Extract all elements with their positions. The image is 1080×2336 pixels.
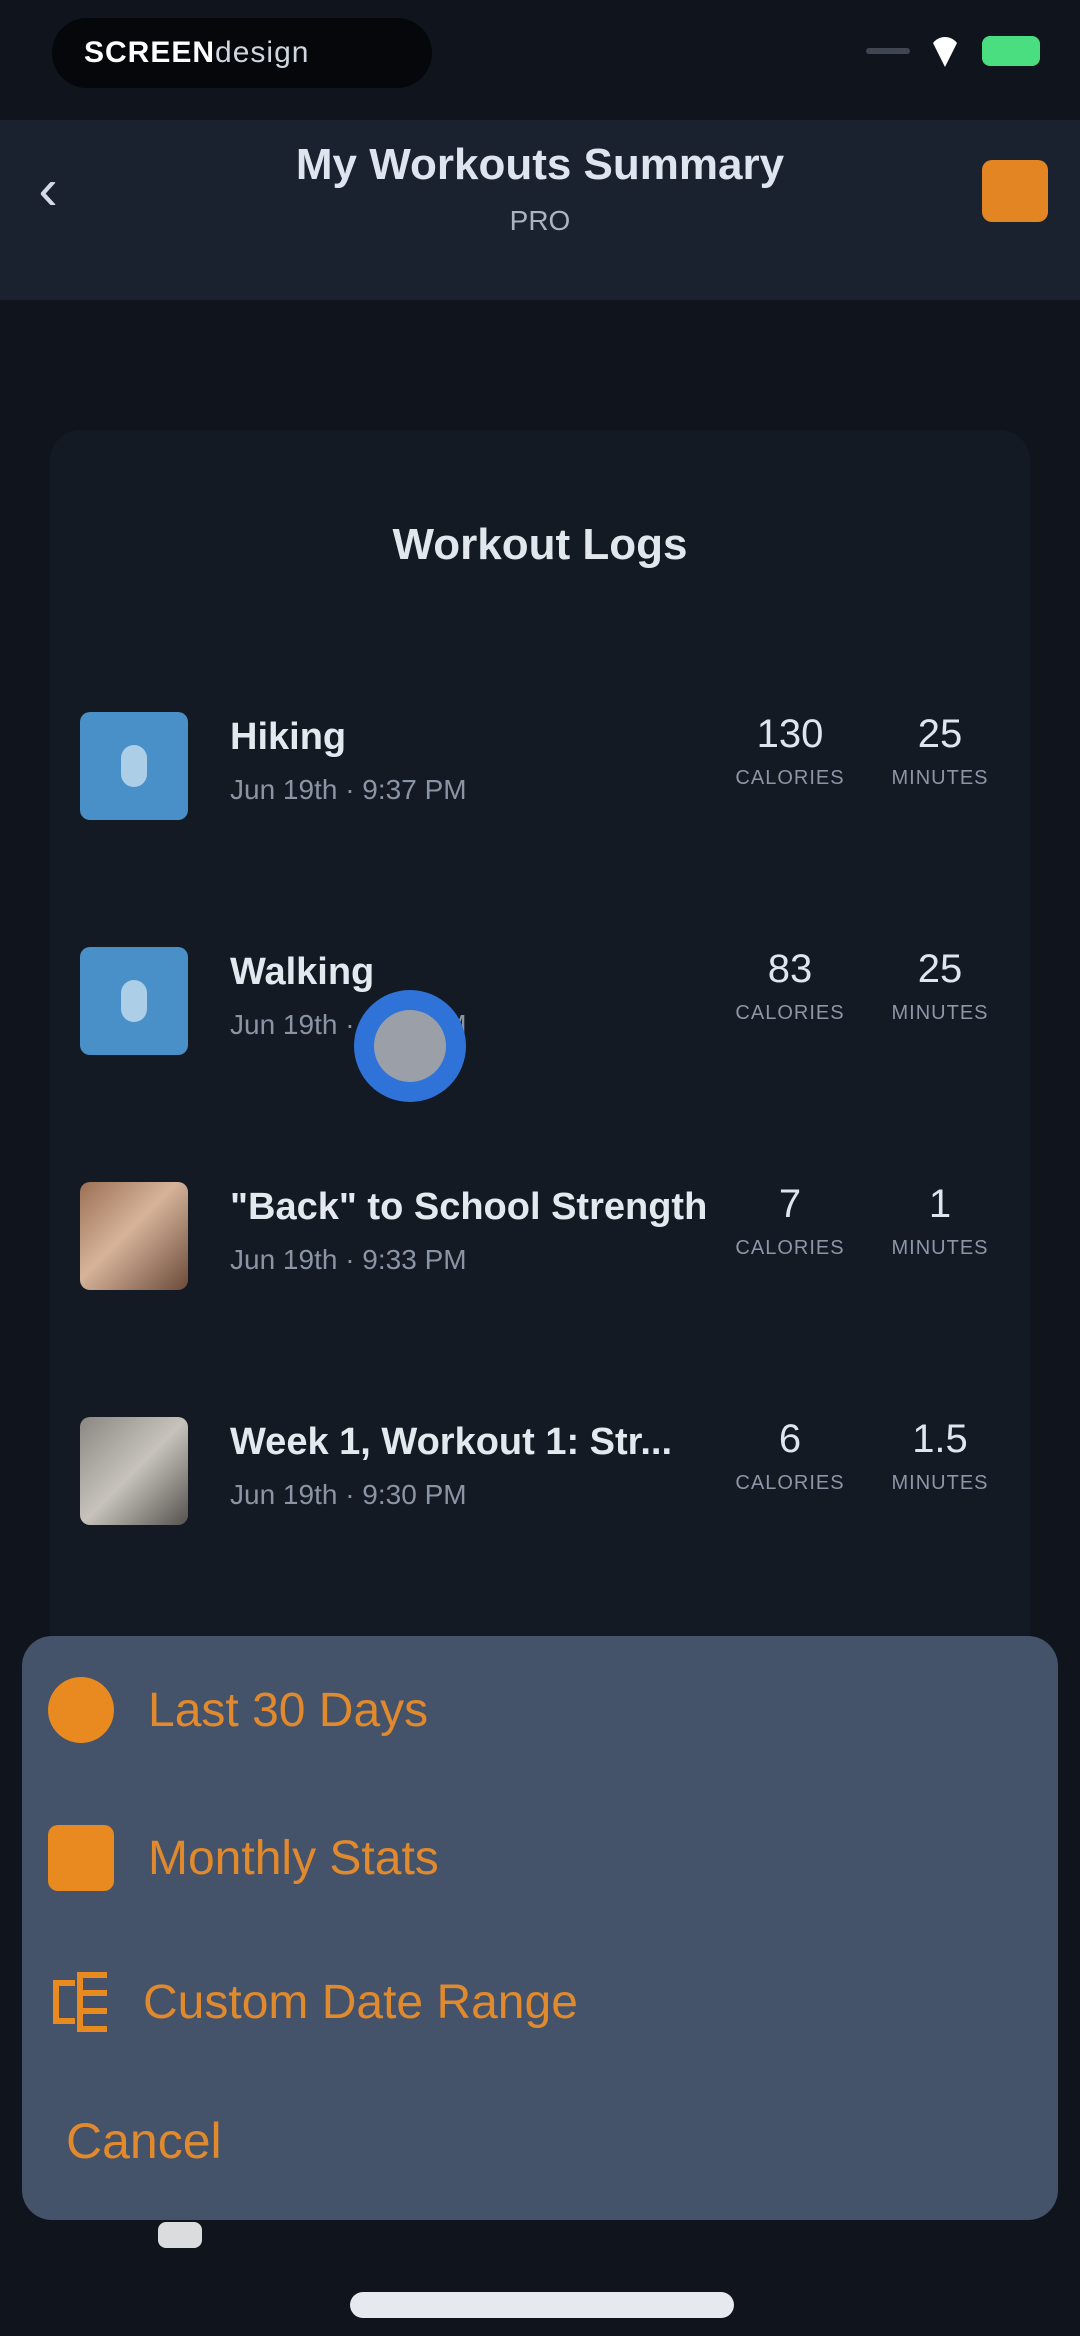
calories-label: CALORIES <box>735 1472 845 1494</box>
date-range-icon <box>53 1972 109 2032</box>
calories-stat: 130 CALORIES <box>720 712 860 790</box>
signal-icon <box>866 48 910 54</box>
workout-name: Walking <box>230 951 375 993</box>
touch-indicator <box>354 990 466 1102</box>
option-last-30-days[interactable]: Last 30 Days <box>48 1660 948 1760</box>
workout-date: Jun 19th · 9:30 PM <box>230 1479 467 1510</box>
calories-value: 130 <box>756 712 824 756</box>
minutes-stat: 1.5 MINUTES <box>870 1417 1010 1495</box>
minutes-value: 25 <box>917 712 963 756</box>
workout-name: Hiking <box>230 716 347 758</box>
minutes-label: MINUTES <box>891 1002 989 1024</box>
touch-indicator-core <box>374 1010 446 1082</box>
calories-value: 83 <box>767 947 813 991</box>
wifi-icon <box>928 37 964 65</box>
workout-logs-title: Workout Logs <box>392 520 688 569</box>
calories-stat: 83 CALORIES <box>720 947 860 1025</box>
workout-log-row[interactable]: Walking Jun 19th · 9:35 PM 83 CALORIES 2… <box>80 935 1000 1065</box>
calories-label: CALORIES <box>735 1002 845 1024</box>
minutes-stat: 25 MINUTES <box>870 947 1010 1025</box>
calories-value: 7 <box>778 1182 802 1226</box>
battery-icon <box>982 36 1040 66</box>
workout-date: Jun 19th · 9:37 PM <box>230 774 467 805</box>
walking-icon <box>80 947 188 1055</box>
workout-date: Jun 19th · 9:33 PM <box>230 1244 467 1275</box>
calories-value: 6 <box>778 1417 802 1461</box>
option-custom-date-range[interactable]: Custom Date Range <box>48 1952 948 2052</box>
minutes-stat: 25 MINUTES <box>870 712 1010 790</box>
workout-logs-card <box>50 430 1030 1730</box>
home-indicator[interactable] <box>350 2292 734 2318</box>
minutes-value: 1 <box>928 1182 952 1226</box>
dot-icon <box>48 1677 114 1743</box>
minutes-value: 1.5 <box>912 1417 968 1461</box>
header-lip <box>50 262 1030 300</box>
workout-name: "Back" to School Strength <box>230 1186 708 1228</box>
workout-name: Week 1, Workout 1: Str... <box>230 1421 673 1463</box>
page-subtitle: PRO <box>509 205 571 236</box>
pill-text-bold: SCREEN <box>84 36 216 69</box>
screen-recording-pill: SCREEN design <box>52 18 432 88</box>
calendar-icon <box>48 1825 114 1891</box>
calories-stat: 7 CALORIES <box>720 1182 860 1260</box>
cancel-button[interactable]: Cancel <box>66 2112 222 2170</box>
option-monthly-stats[interactable]: Monthly Stats <box>48 1808 948 1908</box>
calories-label: CALORIES <box>735 767 845 789</box>
status-bar: SCREEN design <box>0 0 1080 120</box>
option-label: Monthly Stats <box>148 1831 439 1885</box>
calendar-filter-button[interactable] <box>982 160 1048 222</box>
workout-log-row[interactable]: Hiking Jun 19th · 9:37 PM 130 CALORIES 2… <box>80 700 1000 830</box>
page-title: My Workouts Summary <box>295 140 785 189</box>
workout-log-row[interactable]: "Back" to School Strength Jun 19th · 9:3… <box>80 1170 1000 1300</box>
workout-log-row[interactable]: Week 1, Workout 1: Str... Jun 19th · 9:3… <box>80 1405 1000 1535</box>
workout-photo <box>80 1417 188 1525</box>
calories-label: CALORIES <box>735 1237 845 1259</box>
pill-text-thin: design <box>215 36 310 69</box>
status-icons <box>866 36 1040 66</box>
minutes-value: 25 <box>917 947 963 991</box>
option-label: Custom Date Range <box>143 1975 578 2029</box>
minutes-stat: 1 MINUTES <box>870 1182 1010 1260</box>
tab-bar-fragment <box>158 2222 202 2248</box>
minutes-label: MINUTES <box>891 1472 989 1494</box>
hiking-icon <box>80 712 188 820</box>
minutes-label: MINUTES <box>891 1237 989 1259</box>
workout-photo <box>80 1182 188 1290</box>
option-label: Last 30 Days <box>148 1683 429 1737</box>
calories-stat: 6 CALORIES <box>720 1417 860 1495</box>
minutes-label: MINUTES <box>891 767 989 789</box>
